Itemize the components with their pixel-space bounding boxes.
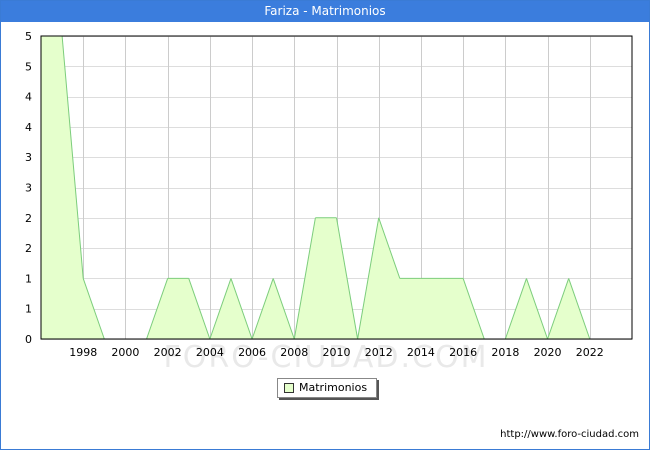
x-tick-label-2016: 2016 <box>449 346 477 359</box>
x-tick-label-2012: 2012 <box>365 346 393 359</box>
x-tick-label-2004: 2004 <box>196 346 224 359</box>
x-tick-label-1998: 1998 <box>69 346 97 359</box>
x-tick-label-2006: 2006 <box>238 346 266 359</box>
x-tick-label-2008: 2008 <box>280 346 308 359</box>
y-tick-label: 5 <box>25 30 32 43</box>
x-tick-label-2000: 2000 <box>111 346 139 359</box>
legend-label-matrimonios: Matrimonios <box>299 381 368 394</box>
chart-window: Fariza - Matrimonios FORO-CIUDAD.COM 011… <box>0 0 650 450</box>
y-tick-label: 2 <box>25 212 32 225</box>
x-tick-label-2022: 2022 <box>576 346 604 359</box>
footer-url: http://www.foro-ciudad.com <box>500 429 639 440</box>
x-axis-ticks: 1998 2000 2002 2004 2006 2008 2010 2012 2014 2016… <box>69 346 604 359</box>
y-tick-label: 5 <box>25 60 32 73</box>
y-tick-label: 3 <box>25 151 32 164</box>
y-tick-label: 3 <box>25 182 32 195</box>
legend-swatch-matrimonios <box>284 383 294 393</box>
x-tick-label-2020: 2020 <box>534 346 562 359</box>
y-tick-label: 1 <box>25 272 32 285</box>
y-axis-ticks: 0 1 1 2 2 3 3 4 4 5 5 <box>25 30 32 346</box>
y-tick-label: 4 <box>25 121 32 134</box>
x-tick-label-2002: 2002 <box>154 346 182 359</box>
chart-legend: Matrimonios <box>277 378 377 398</box>
y-tick-label: 2 <box>25 242 32 255</box>
y-tick-label: 4 <box>25 91 32 104</box>
x-tick-label-2018: 2018 <box>491 346 519 359</box>
y-tick-label: 0 <box>25 333 32 346</box>
x-tick-label-2014: 2014 <box>407 346 435 359</box>
x-tick-label-2010: 2010 <box>323 346 351 359</box>
y-tick-label: 1 <box>25 303 32 316</box>
